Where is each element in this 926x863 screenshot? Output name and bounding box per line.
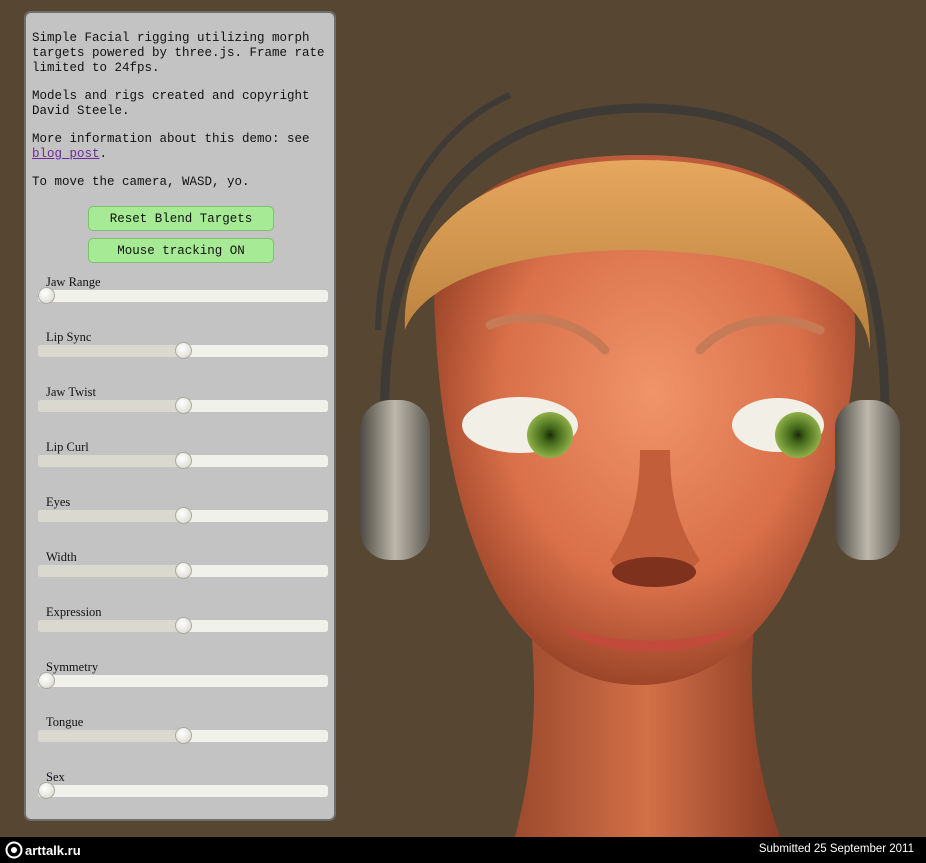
slider-width: Width xyxy=(38,550,328,590)
slider-label: Expression xyxy=(46,605,102,619)
slider-track[interactable] xyxy=(38,452,328,469)
copyright-text: Models and rigs created and copyright Da… xyxy=(32,89,310,118)
blog-post-link[interactable]: blog post xyxy=(32,147,100,161)
slider-track[interactable] xyxy=(38,287,328,304)
slider-thumb[interactable] xyxy=(38,672,55,689)
slider-fill xyxy=(38,510,183,522)
slider-thumb[interactable] xyxy=(175,342,192,359)
slider-thumb[interactable] xyxy=(175,397,192,414)
slider-label: Eyes xyxy=(46,495,71,509)
slider-track[interactable] xyxy=(38,342,328,359)
info-text: Simple Facial rigging utilizing morph ta… xyxy=(32,31,334,203)
reset-blend-targets-button[interactable]: Reset Blend Targets xyxy=(88,206,274,231)
3d-viewport[interactable]: Simple Facial rigging utilizing morph ta… xyxy=(0,0,926,837)
description-text: Simple Facial rigging utilizing morph ta… xyxy=(32,31,325,75)
camera-instructions: To move the camera, WASD, yo. xyxy=(32,175,250,189)
slider-jaw-range: Jaw Range xyxy=(38,275,328,315)
slider-label: Jaw Twist xyxy=(46,385,96,399)
slider-jaw-twist: Jaw Twist xyxy=(38,385,328,425)
slider-fill xyxy=(38,455,183,467)
slider-track[interactable] xyxy=(38,617,328,634)
more-info-suffix: . xyxy=(99,147,108,161)
slider-label: Lip Curl xyxy=(46,440,89,454)
mouse-tracking-toggle-button[interactable]: Mouse tracking ON xyxy=(88,238,274,263)
slider-sex: Sex xyxy=(38,770,328,810)
more-info-text: More information about this demo: see bl… xyxy=(32,132,334,162)
slider-symmetry: Symmetry xyxy=(38,660,328,700)
slider-track[interactable] xyxy=(38,782,328,799)
slider-expression: Expression xyxy=(38,605,328,645)
logo-text: arttalk.ru xyxy=(25,843,81,858)
slider-thumb[interactable] xyxy=(38,782,55,799)
slider-fill xyxy=(38,730,183,742)
slider-label: Symmetry xyxy=(46,660,99,674)
slider-track[interactable] xyxy=(38,397,328,414)
slider-fill xyxy=(38,400,183,412)
slider-thumb[interactable] xyxy=(175,452,192,469)
slider-track[interactable] xyxy=(38,507,328,524)
slider-label: Lip Sync xyxy=(46,330,92,344)
controls-panel: Simple Facial rigging utilizing morph ta… xyxy=(24,11,336,821)
slider-thumb[interactable] xyxy=(175,507,192,524)
footer-bar: arttalk.ru Submitted 25 September 2011 xyxy=(0,837,926,863)
slider-fill xyxy=(38,565,183,577)
character-head-render xyxy=(360,92,900,837)
slider-track[interactable] xyxy=(38,562,328,579)
slider-fill xyxy=(38,345,183,357)
slider-thumb[interactable] xyxy=(175,617,192,634)
slider-label: Width xyxy=(46,550,77,564)
more-info-prefix: More information about this demo: see xyxy=(32,132,310,146)
slider-thumb[interactable] xyxy=(38,287,55,304)
submitted-date: Submitted 25 September 2011 xyxy=(758,843,914,855)
arttalk-logo[interactable]: arttalk.ru xyxy=(4,840,114,860)
slider-fill xyxy=(38,620,183,632)
slider-track[interactable] xyxy=(38,727,328,744)
slider-lip-sync: Lip Sync xyxy=(38,330,328,370)
slider-label: Tongue xyxy=(46,715,84,729)
slider-thumb[interactable] xyxy=(175,562,192,579)
slider-track[interactable] xyxy=(38,672,328,689)
slider-eyes: Eyes xyxy=(38,495,328,535)
slider-lip-curl: Lip Curl xyxy=(38,440,328,480)
slider-label: Jaw Range xyxy=(46,275,101,289)
slider-tongue: Tongue xyxy=(38,715,328,755)
slider-thumb[interactable] xyxy=(175,727,192,744)
